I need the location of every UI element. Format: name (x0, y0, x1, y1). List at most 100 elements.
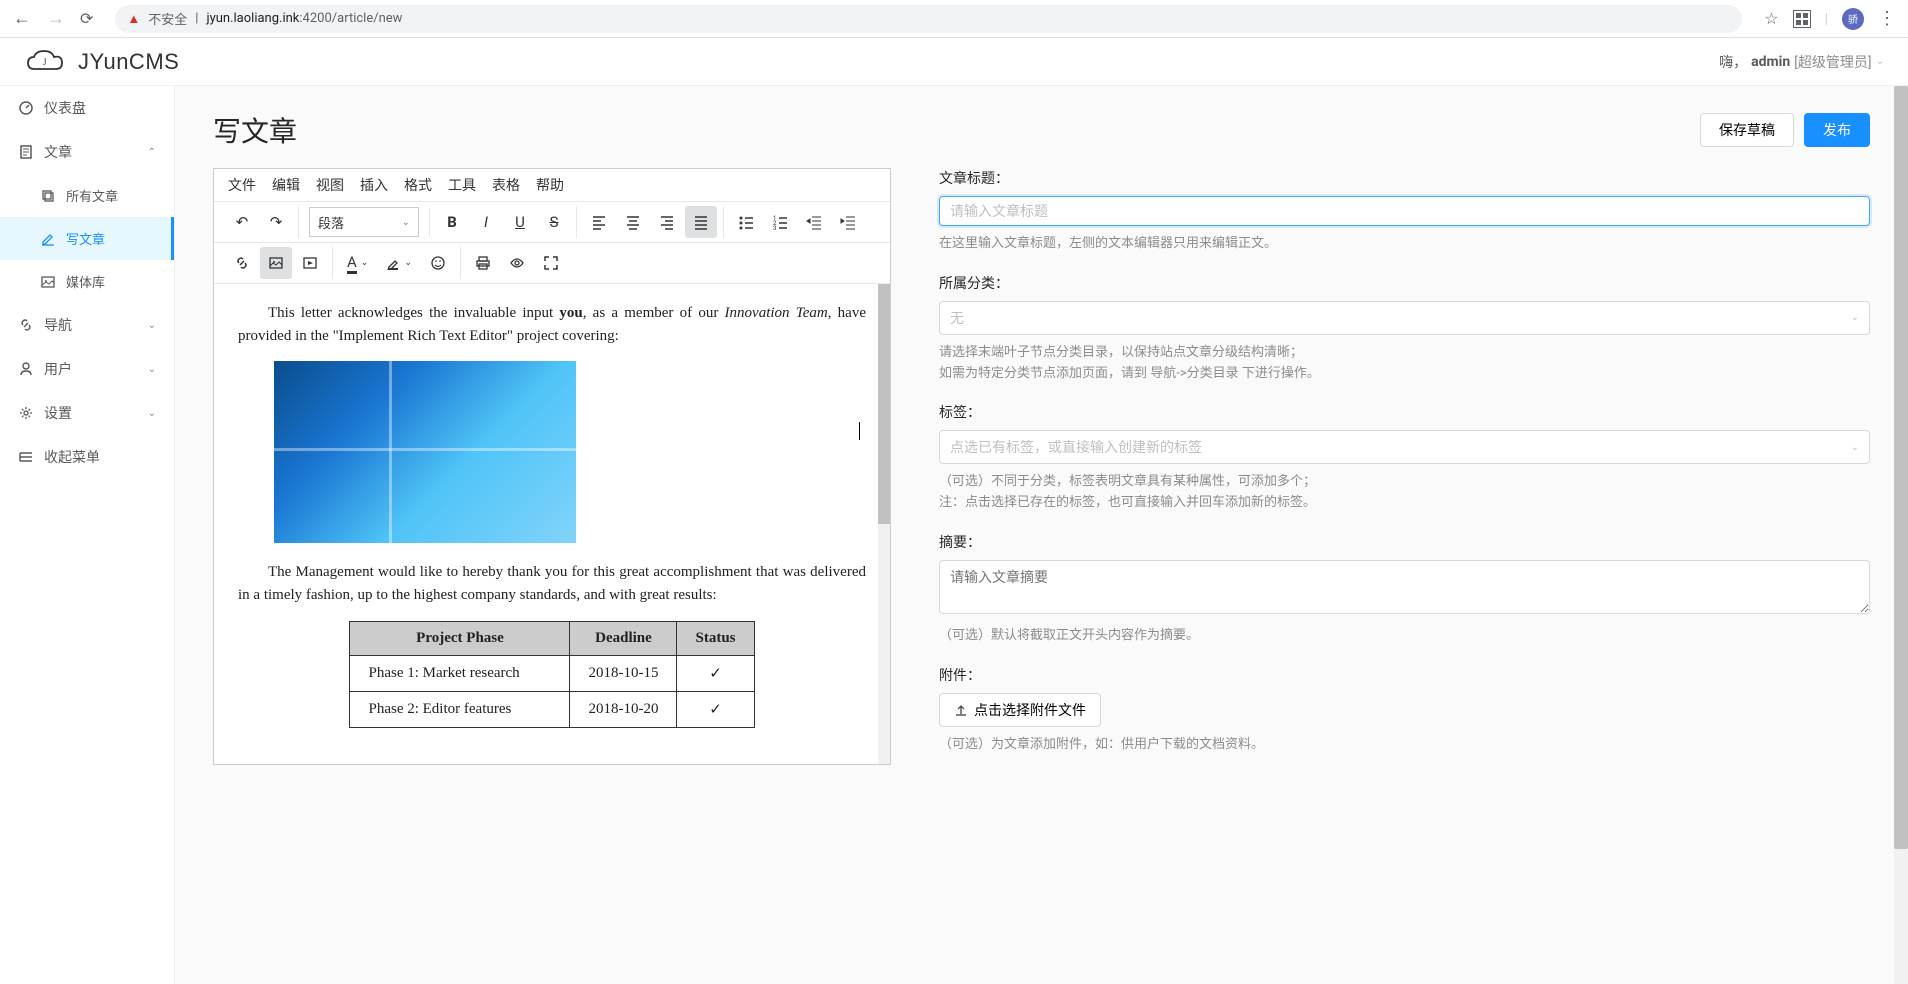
chevron-down-icon: ⌄ (1851, 442, 1859, 453)
copy-icon (40, 188, 56, 204)
align-justify-icon[interactable] (685, 206, 717, 238)
logo-text: JYunCMS (78, 49, 179, 75)
editor-menubar: 文件 编辑 视图 插入 格式 工具 表格 帮助 (214, 169, 890, 202)
sidebar-item-nav[interactable]: 导航 ⌄ (0, 303, 174, 347)
chevron-down-icon: ⌄ (148, 320, 156, 331)
title-input[interactable] (939, 196, 1870, 226)
bold-icon[interactable]: B (436, 206, 468, 238)
chevron-up-icon: ⌃ (148, 147, 156, 158)
chevron-down-icon: ⌄ (1876, 56, 1884, 67)
text-color-icon[interactable]: A⌄ (339, 247, 376, 279)
forward-button[interactable]: → (46, 8, 66, 29)
profile-avatar[interactable]: 骄 (1842, 8, 1864, 30)
app-header: J JYunCMS 嗨， admin [超级管理员] ⌄ (0, 38, 1908, 86)
indent-icon[interactable] (832, 206, 864, 238)
bookmark-icon[interactable]: ☆ (1764, 9, 1778, 28)
user-menu[interactable]: 嗨， admin [超级管理员] ⌄ (1719, 52, 1884, 72)
fullscreen-icon[interactable] (535, 247, 567, 279)
menu-help[interactable]: 帮助 (536, 175, 564, 195)
editor-body[interactable]: This letter acknowledges the invaluable … (214, 284, 890, 764)
reload-button[interactable]: ⟳ (80, 9, 93, 28)
sidebar-item-article[interactable]: 文章 ⌃ (0, 130, 174, 174)
menu-file[interactable]: 文件 (228, 175, 256, 195)
dashboard-icon (18, 100, 34, 116)
security-status: 不安全 (148, 9, 187, 28)
block-format-select[interactable]: 段落 ⌄ (309, 207, 419, 237)
text-cursor (859, 422, 860, 440)
menu-tools[interactable]: 工具 (448, 175, 476, 195)
title-label: 文章标题： (939, 168, 1870, 188)
page-title: 写文章 (213, 110, 297, 150)
editor-toolbar-row2: A⌄ ⌄ (214, 243, 890, 284)
align-right-icon[interactable] (651, 206, 683, 238)
main-content: 写文章 保存草稿 发布 文件 编辑 视图 插入 格式 工具 表格 (175, 86, 1908, 984)
attachment-hint: （可选）为文章添加附件，如：供用户下载的文档资料。 (939, 735, 1870, 756)
menu-edit[interactable]: 编辑 (272, 175, 300, 195)
underline-icon[interactable]: U (504, 206, 536, 238)
align-center-icon[interactable] (617, 206, 649, 238)
highlight-icon[interactable]: ⌄ (378, 247, 420, 279)
image-icon[interactable] (260, 247, 292, 279)
qr-icon[interactable] (1793, 10, 1811, 28)
chevron-down-icon: ⌄ (148, 364, 156, 375)
edit-icon (40, 231, 56, 247)
italic-icon[interactable]: I (470, 206, 502, 238)
category-label: 所属分类： (939, 273, 1870, 293)
warning-icon: ▲ (127, 11, 140, 27)
article-meta-form: 文章标题： 在这里输入文章标题，左侧的文本编辑器只用来编辑正文。 所属分类： 无… (939, 168, 1870, 774)
tags-label: 标签： (939, 402, 1870, 422)
svg-text:J: J (43, 57, 47, 67)
upload-icon (954, 703, 968, 717)
cloud-icon: J (24, 47, 68, 77)
outdent-icon[interactable] (798, 206, 830, 238)
redo-icon[interactable]: ↷ (260, 206, 292, 238)
image-icon (40, 274, 56, 290)
align-left-icon[interactable] (583, 206, 615, 238)
tags-select[interactable]: 点选已有标签，或直接输入创建新的标签 ⌄ (939, 430, 1870, 464)
menu-format[interactable]: 格式 (404, 175, 432, 195)
category-hint: 请选择末端叶子节点分类目录，以保持站点文章分级结构清晰； 如需为特定分类节点添加… (939, 343, 1870, 385)
print-icon[interactable] (467, 247, 499, 279)
sidebar-item-user[interactable]: 用户 ⌄ (0, 347, 174, 391)
collapse-icon (18, 449, 34, 465)
address-bar[interactable]: ▲ 不安全 | jyun.laoliang.ink:4200/article/n… (115, 5, 1742, 33)
sidebar: 仪表盘 文章 ⌃ 所有文章 写文章 媒体库 导航 ⌄ 用户 ⌄ (0, 86, 175, 984)
browser-menu-icon[interactable]: ⋮ (1878, 8, 1896, 29)
chevron-down-icon: ⌄ (402, 217, 410, 228)
svg-text:3: 3 (773, 225, 776, 230)
sidebar-item-media[interactable]: 媒体库 (0, 260, 174, 303)
number-list-icon[interactable]: 123 (764, 206, 796, 238)
menu-insert[interactable]: 插入 (360, 175, 388, 195)
bullet-list-icon[interactable] (730, 206, 762, 238)
logo[interactable]: J JYunCMS (24, 47, 179, 77)
sidebar-item-write-article[interactable]: 写文章 (0, 217, 174, 260)
file-icon (18, 144, 34, 160)
title-hint: 在这里输入文章标题，左侧的文本编辑器只用来编辑正文。 (939, 234, 1870, 255)
save-draft-button[interactable]: 保存草稿 (1700, 113, 1794, 147)
preview-icon[interactable] (501, 247, 533, 279)
browser-toolbar: ← → ⟳ ▲ 不安全 | jyun.laoliang.ink:4200/art… (0, 0, 1908, 38)
main-scrollbar[interactable] (1894, 86, 1908, 984)
link-icon (18, 317, 34, 333)
menu-table[interactable]: 表格 (492, 175, 520, 195)
media-icon[interactable] (294, 247, 326, 279)
menu-view[interactable]: 视图 (316, 175, 344, 195)
sidebar-item-dashboard[interactable]: 仪表盘 (0, 86, 174, 130)
embedded-table[interactable]: Project Phase Deadline Status Phase 1: M… (349, 621, 754, 728)
embedded-image[interactable] (274, 361, 576, 543)
undo-icon[interactable]: ↶ (226, 206, 258, 238)
gear-icon (18, 405, 34, 421)
strikethrough-icon[interactable]: S (538, 206, 570, 238)
back-button[interactable]: ← (12, 8, 32, 29)
publish-button[interactable]: 发布 (1804, 113, 1870, 147)
link-icon[interactable] (226, 247, 258, 279)
upload-button[interactable]: 点击选择附件文件 (939, 693, 1101, 727)
sidebar-item-all-articles[interactable]: 所有文章 (0, 174, 174, 217)
category-select[interactable]: 无 ⌄ (939, 301, 1870, 335)
sidebar-collapse[interactable]: 收起菜单 (0, 435, 174, 479)
sidebar-item-settings[interactable]: 设置 ⌄ (0, 391, 174, 435)
emoji-icon[interactable] (422, 247, 454, 279)
editor-scrollbar[interactable] (878, 284, 890, 764)
summary-textarea[interactable] (939, 560, 1870, 614)
url-host: jyun.laoliang.ink:4200/article/new (206, 11, 402, 26)
